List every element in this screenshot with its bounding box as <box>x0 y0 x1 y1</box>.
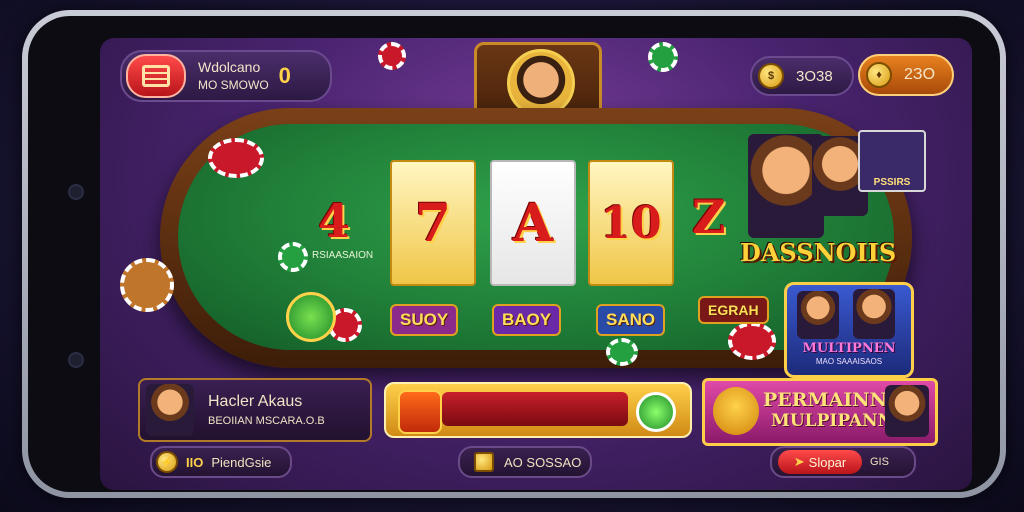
spin-bar-track <box>442 392 628 426</box>
spin-bar[interactable] <box>384 382 692 438</box>
player-detail: BEOIIAN MSCARA.O.B <box>208 415 325 427</box>
side-symbol-right: Z <box>692 190 726 244</box>
spin-icon <box>398 390 442 434</box>
chip-icon <box>606 338 638 366</box>
camera-icon <box>68 352 84 368</box>
promo-mid-avatar-2 <box>853 289 895 339</box>
phone-frame: Wdolcano MO SMOWO 0 $ 3O38 ♦ 2ЗO 4 7 A 1… <box>22 10 1006 498</box>
bolt-icon: ⚡ <box>156 451 178 473</box>
promo-top[interactable]: PSSIRS DASSNOIIS <box>740 126 926 276</box>
bottom-left-pill[interactable]: ⚡ IIO PiendGsie <box>150 446 292 478</box>
promo-card: PSSIRS <box>858 130 926 192</box>
profile-pill[interactable]: Wdolcano MO SMOWO 0 <box>120 50 332 102</box>
reel-3[interactable]: 10 <box>588 160 674 286</box>
menu-icon <box>142 65 170 87</box>
bonus-mascot-icon <box>713 387 759 435</box>
reel-1-symbol: 7 <box>414 192 452 254</box>
profile-value: 0 <box>278 63 291 88</box>
arrow-icon: ➤ <box>793 454 805 469</box>
bonus-line2: MULPIPANN <box>771 411 894 431</box>
bottom-right-suffix: GIS <box>870 456 889 468</box>
promo-card-label: PSSIRS <box>873 177 911 188</box>
slopar-button[interactable]: ➤ Slopar <box>778 450 862 474</box>
slopar-label: Slopar <box>808 454 847 470</box>
gem-icon: ♦ <box>866 62 892 88</box>
dealer-avatar <box>507 49 575 117</box>
side-symbol-left: 4 <box>318 194 351 248</box>
chest-icon <box>474 452 494 472</box>
promo-mid-line2: MAO SAAAISAOS <box>815 357 883 366</box>
table-small-label: RSIAASAION <box>312 250 374 261</box>
bottom-left-label: IIO <box>186 454 204 470</box>
promo-mid-avatar-1 <box>797 291 839 339</box>
player-avatar <box>146 384 194 436</box>
bottom-right-pill[interactable]: ➤ Slopar GIS <box>770 446 916 478</box>
bottom-center-label: AO SOSSAO <box>504 454 582 470</box>
bet-button-1[interactable]: SUOY <box>390 304 459 336</box>
round-chip-button[interactable] <box>286 292 336 342</box>
bonus-avatar <box>885 385 929 437</box>
bet-button-4[interactable]: EGRAH <box>698 296 769 324</box>
chip-icon <box>278 242 308 272</box>
profile-title: Wdolcano <box>198 59 261 75</box>
bottom-left-value: PiendGsie <box>211 454 272 470</box>
chip-icon <box>208 138 264 178</box>
promo-top-title: DASSNOIIS <box>740 238 897 267</box>
bet-button-2[interactable]: BAOY <box>492 304 562 336</box>
sensor-icon <box>68 184 84 200</box>
player-name: Hacler Akaus <box>208 393 303 410</box>
menu-button[interactable] <box>126 54 186 98</box>
bonus-line1: PERMAINN <box>763 389 887 411</box>
promo-mid[interactable]: MULTIPNEN MAO SAAAISAOS <box>784 282 914 378</box>
coins-a-value: 3O38 <box>796 67 833 85</box>
bet-button-3[interactable]: SANO <box>596 304 666 336</box>
reel-1[interactable]: 7 <box>390 160 476 286</box>
chip-icon <box>378 42 406 70</box>
coins-pill-b[interactable]: ♦ 2ЗO <box>858 54 954 96</box>
reel-2[interactable]: A <box>490 160 576 286</box>
player-panel[interactable]: Hacler Akaus BEOIIAN MSCARA.O.B <box>138 378 372 442</box>
reel-3-symbol: 10 <box>600 197 662 249</box>
bonus-panel[interactable]: PERMAINN MULPIPANN <box>702 378 938 446</box>
profile-subtitle: MO SMOWO <box>198 78 269 92</box>
go-button[interactable] <box>636 392 676 432</box>
game-screen: Wdolcano MO SMOWO 0 $ 3O38 ♦ 2ЗO 4 7 A 1… <box>100 38 972 490</box>
promo-mid-line1: MULTIPNEN <box>802 341 896 356</box>
coins-b-value: 2ЗO <box>904 66 936 83</box>
chip-icon <box>728 322 776 360</box>
chip-icon <box>648 42 678 72</box>
coin-icon: $ <box>758 63 784 89</box>
reel-2-symbol: A <box>512 192 554 254</box>
coins-pill-a[interactable]: $ 3O38 <box>750 56 854 96</box>
bottom-center-pill[interactable]: AO SOSSAO <box>458 446 592 478</box>
chip-icon <box>120 258 174 312</box>
